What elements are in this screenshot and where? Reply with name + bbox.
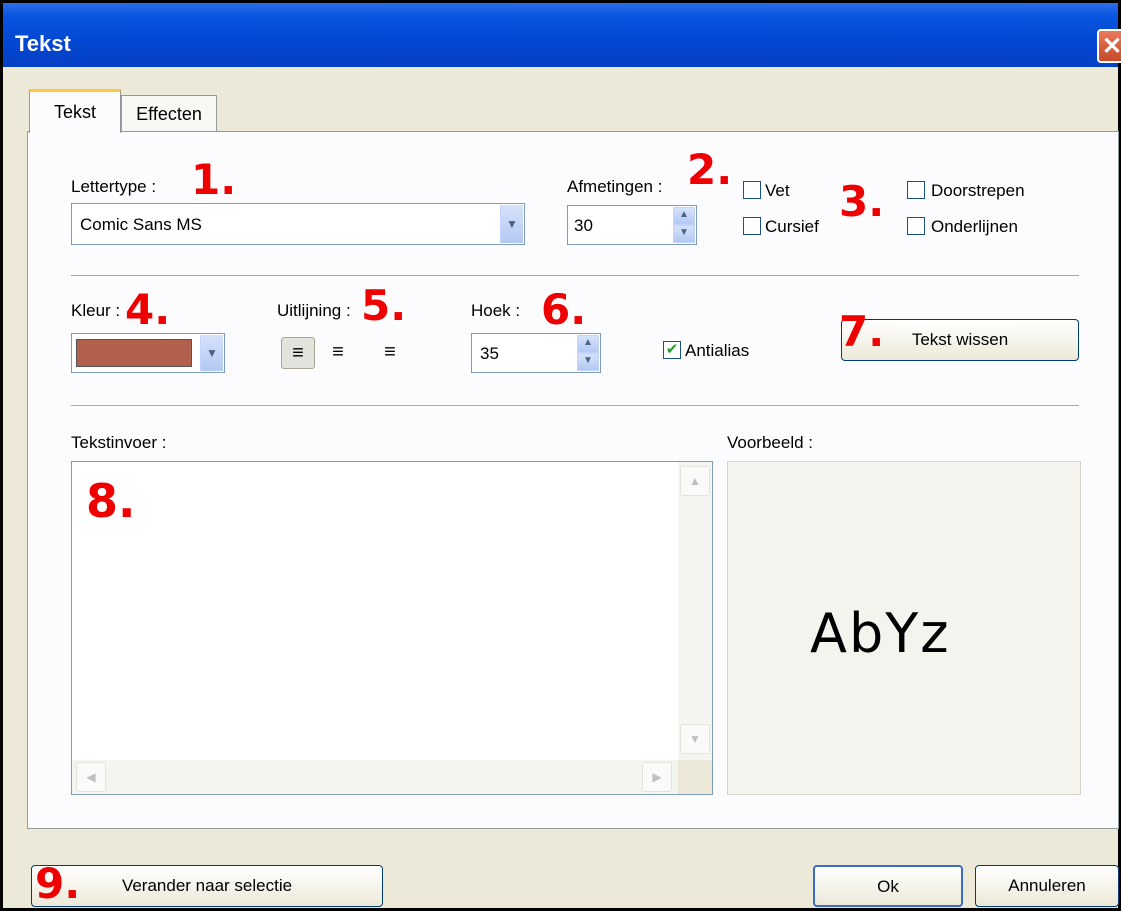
tab-effecten-label: Effecten — [136, 104, 202, 124]
alignment-label: Uitlijning : — [277, 301, 351, 320]
preview-box: AbYz — [727, 461, 1081, 795]
scroll-right-icon[interactable]: ▶ — [642, 762, 672, 792]
separator-top — [71, 275, 1079, 276]
font-label: Lettertype : — [71, 177, 157, 196]
strikethrough-label: Doorstrepen — [931, 181, 1025, 200]
horizontal-scrollbar[interactable]: ◀ ▶ — [72, 760, 678, 794]
annotation-8: 8. — [86, 474, 136, 528]
annotation-4: 4. — [125, 285, 171, 334]
spin-down-icon[interactable]: ▼ — [673, 225, 695, 243]
annotation-2: 2. — [687, 145, 733, 194]
color-picker[interactable]: ▼ — [71, 333, 225, 373]
text-input-label: Tekstinvoer : — [71, 433, 167, 452]
underline-checkbox[interactable] — [907, 217, 925, 235]
antialias-checkbox[interactable]: ✔ — [663, 341, 681, 359]
italic-checkbox[interactable] — [743, 217, 761, 235]
spin-up-icon[interactable]: ▲ — [673, 207, 695, 225]
preview-label: Voorbeeld : — [727, 433, 814, 452]
tab-tekst[interactable]: Tekst — [29, 89, 121, 133]
tab-effecten[interactable]: Effecten — [121, 95, 217, 132]
tab-tekst-label: Tekst — [53, 102, 96, 122]
annotation-7: 7. — [839, 307, 885, 356]
spin-down-icon[interactable]: ▼ — [577, 353, 599, 371]
vertical-scrollbar[interactable]: ▲ ▼ — [678, 462, 712, 760]
cancel-button[interactable]: Annuleren — [975, 865, 1119, 907]
separator-middle — [71, 405, 1079, 406]
annotation-1: 1. — [191, 155, 237, 204]
bold-label: Vet — [765, 181, 790, 200]
cancel-button-label: Annuleren — [1008, 876, 1086, 895]
chevron-down-icon[interactable]: ▼ — [500, 205, 523, 243]
change-to-selection-button[interactable]: Verander naar selectie — [31, 865, 383, 907]
angle-value: 35 — [480, 344, 499, 363]
align-left-icon[interactable]: ≡ — [281, 337, 315, 369]
change-to-selection-label: Verander naar selectie — [121, 876, 293, 895]
preview-sample: AbYz — [810, 602, 951, 665]
scroll-down-icon[interactable]: ▼ — [680, 724, 710, 754]
ok-button-label: Ok — [877, 877, 899, 896]
close-icon[interactable]: ✕ — [1097, 29, 1121, 63]
window-title: Tekst — [15, 31, 71, 56]
scroll-left-icon[interactable]: ◀ — [76, 762, 106, 792]
font-select[interactable]: Comic Sans MS ▼ — [71, 203, 525, 245]
annotation-3: 3. — [839, 177, 885, 226]
underline-label: Onderlijnen — [931, 217, 1018, 236]
angle-stepper[interactable]: 35 ▲ ▼ — [471, 333, 601, 373]
align-right-icon[interactable]: ≡ — [373, 337, 407, 369]
bold-checkbox[interactable] — [743, 181, 761, 199]
size-label: Afmetingen : — [567, 177, 663, 196]
font-select-value: Comic Sans MS — [80, 215, 202, 234]
text-input[interactable]: 8. ▲ ▼ ◀ ▶ — [71, 461, 713, 795]
title-bar[interactable]: Tekst — [3, 3, 1118, 67]
annotation-6: 6. — [541, 285, 587, 334]
align-center-icon[interactable]: ≡ — [321, 337, 355, 369]
italic-label: Cursief — [765, 217, 819, 236]
scroll-up-icon[interactable]: ▲ — [680, 466, 710, 496]
size-stepper[interactable]: 30 ▲ ▼ — [567, 205, 697, 245]
chevron-down-icon[interactable]: ▼ — [200, 335, 223, 371]
antialias-label: Antialias — [685, 341, 750, 360]
spin-up-icon[interactable]: ▲ — [577, 335, 599, 353]
annotation-9: 9. — [35, 859, 81, 908]
size-value: 30 — [574, 216, 593, 235]
annotation-5: 5. — [361, 281, 407, 330]
ok-button[interactable]: Ok — [813, 865, 963, 907]
color-swatch — [76, 339, 192, 367]
angle-label: Hoek : — [471, 301, 521, 320]
scrollbar-corner — [678, 760, 712, 794]
strikethrough-checkbox[interactable] — [907, 181, 925, 199]
color-label: Kleur : — [71, 301, 121, 320]
clear-text-button-label: Tekst wissen — [911, 330, 1009, 349]
text-dialog: Tekst ✕ Tekst Effecten Lettertype : 1. C… — [0, 0, 1121, 911]
